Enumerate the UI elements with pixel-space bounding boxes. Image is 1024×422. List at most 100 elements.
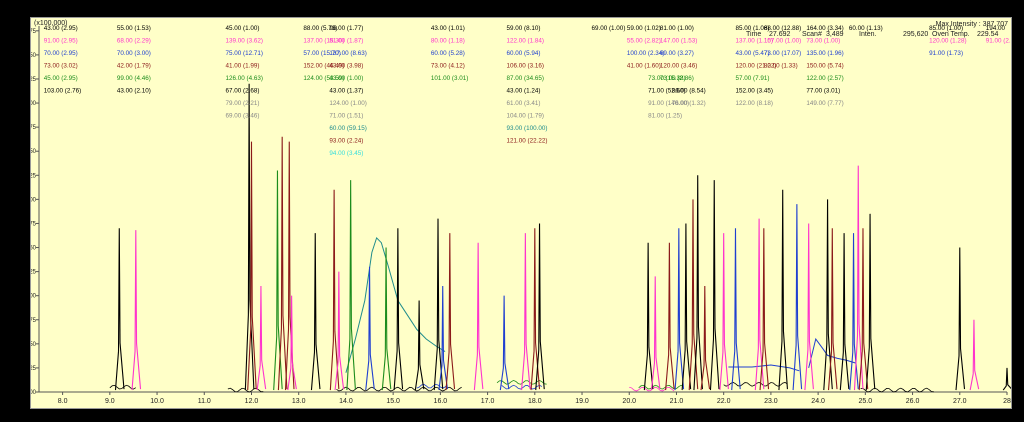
peak-annotation: 73.00 (1.00) bbox=[806, 37, 840, 44]
peak-annotation: 93.00 (2.24) bbox=[329, 138, 363, 145]
peak-annotation: 147.00 (1.53) bbox=[660, 37, 697, 44]
x-tick-label: 26.0 bbox=[906, 398, 920, 405]
peak-annotation: 70.00 (2.95) bbox=[44, 50, 78, 57]
x-tick-label: 21.0 bbox=[670, 398, 684, 405]
peak-annotation: 59.00 (1.02) bbox=[627, 25, 661, 32]
peak bbox=[473, 242, 484, 391]
x-tick-label: 11.0 bbox=[198, 398, 211, 405]
peak bbox=[114, 228, 125, 391]
peak-annotation: 87.00 (34.65) bbox=[506, 75, 543, 82]
y-tick-label: 3.00 bbox=[31, 101, 37, 107]
peak-annotation: 80.00 (1.18) bbox=[431, 37, 465, 44]
peak-annotation: 71.00 (1.51) bbox=[329, 113, 363, 120]
peak bbox=[827, 228, 838, 391]
peak-annotation: 73.00 (17.07) bbox=[764, 50, 801, 57]
peak-annotation: 88.00 (12.88) bbox=[764, 25, 801, 32]
peak-annotation: 152.00 (3.45) bbox=[735, 88, 772, 95]
peak bbox=[839, 233, 850, 391]
peak bbox=[731, 228, 741, 391]
peak-annotation: 57.00 (7.91) bbox=[735, 75, 769, 82]
peak bbox=[310, 233, 321, 391]
peak-annotation: 55.00 (1.53) bbox=[117, 25, 151, 32]
peak bbox=[700, 286, 711, 391]
peak-annotation: 55.00 (2.82) bbox=[627, 37, 661, 44]
peak-annotation: 99.00 (4.46) bbox=[117, 75, 151, 82]
y-tick-label: 2.50 bbox=[31, 149, 37, 155]
peak-annotation: 77.00 (3.01) bbox=[806, 88, 840, 95]
peak bbox=[499, 295, 510, 391]
peak bbox=[131, 230, 142, 391]
peak-annotation: 73.00 (15.38) bbox=[648, 75, 685, 82]
peak-annotation: 194.00 bbox=[986, 25, 1006, 32]
x-tick-label: 20.0 bbox=[622, 398, 636, 405]
y-tick-label: 3.50 bbox=[31, 53, 37, 59]
x-tick-label: 18.0 bbox=[528, 398, 542, 405]
peak bbox=[256, 286, 267, 391]
peak-annotation: 45.00 (1.00) bbox=[226, 25, 260, 32]
peak bbox=[969, 319, 980, 391]
peak bbox=[650, 276, 661, 391]
peak-annotation: 124.00 (1.00) bbox=[329, 100, 366, 107]
peak-annotation: 100.00 (2.34) bbox=[627, 50, 664, 57]
x-tick-label: 15.0 bbox=[386, 398, 400, 405]
peak-annotation: 43.00 (2.10) bbox=[117, 88, 151, 95]
x-tick-label: 16.0 bbox=[434, 398, 448, 405]
peak-annotation: 73.00 (4.12) bbox=[431, 62, 465, 69]
peak-annotation: 73.00 (3.02) bbox=[44, 62, 78, 69]
peak bbox=[414, 300, 425, 391]
x-tick-label: 19.0 bbox=[575, 398, 589, 405]
peak-annotation: 137.00 (8.63) bbox=[329, 50, 366, 57]
peak bbox=[719, 233, 729, 391]
peak bbox=[849, 233, 859, 391]
y-tick-label: 0.25 bbox=[31, 366, 37, 372]
y-tick-label: 2.00 bbox=[31, 197, 37, 203]
peak bbox=[865, 213, 876, 391]
y-tick-label: 1.50 bbox=[31, 246, 37, 252]
peak-annotation: 69.00 (3.46) bbox=[226, 113, 260, 120]
peak-annotation: 96.00 (1.77) bbox=[329, 25, 363, 32]
peak-annotation: 81.00 (1.00) bbox=[660, 25, 694, 32]
peak-annotation: 93.00 (100.00) bbox=[506, 125, 547, 132]
y-tick-label: 2.25 bbox=[31, 173, 37, 179]
y-tick-label: 3.25 bbox=[31, 77, 37, 83]
x-tick-label: 12.0 bbox=[245, 398, 259, 405]
peak bbox=[393, 228, 404, 391]
peak-annotation: 68.00 (2.29) bbox=[117, 37, 151, 44]
peak-annotation: 43.00 (1.24) bbox=[506, 88, 540, 95]
peak bbox=[1002, 367, 1011, 391]
peak bbox=[955, 247, 966, 391]
peak-annotation: 122.00 (8.18) bbox=[735, 100, 772, 107]
peak-annotation: 101.00 (3.01) bbox=[431, 75, 468, 82]
peak-annotation: 43.00 (1.37) bbox=[329, 88, 363, 95]
peak-annotation: 86.00 (8.54) bbox=[672, 88, 706, 95]
peak-annotation: 94.00 (3.45) bbox=[329, 150, 363, 157]
peak bbox=[346, 180, 356, 391]
peak bbox=[643, 242, 654, 391]
x-tick-label: 9.0 bbox=[105, 398, 115, 405]
x-tick-label: 24.0 bbox=[811, 398, 825, 405]
broad-trace bbox=[808, 337, 857, 369]
peak-annotation: 81.00 (1.25) bbox=[648, 113, 682, 120]
x-tick-label: 22.0 bbox=[717, 398, 731, 405]
peak-annotation: 70.00 (3.00) bbox=[117, 50, 151, 57]
y-tick-label: 2.75 bbox=[31, 125, 37, 131]
peak-annotation: 135.00 (1.96) bbox=[806, 50, 843, 57]
peak-annotation: 61.00 (3.41) bbox=[506, 100, 540, 107]
peak-annotation: 164.00 (3.34) bbox=[806, 25, 843, 32]
peak bbox=[778, 189, 788, 391]
broad-trace bbox=[345, 236, 446, 373]
baseline-trace bbox=[860, 387, 934, 393]
y-tick-label: 0.00 bbox=[31, 390, 37, 396]
peak bbox=[674, 228, 685, 391]
peak bbox=[438, 286, 448, 391]
peak-annotation: 79.00 (2.21) bbox=[226, 100, 260, 107]
peak bbox=[665, 242, 675, 391]
y-tick-label: 0.75 bbox=[31, 318, 37, 324]
x-tick-label: 17.0 bbox=[481, 398, 495, 405]
peak-annotation: 60.00 (1.13) bbox=[849, 25, 883, 32]
peak-annotation: 120.00 (3.46) bbox=[660, 62, 697, 69]
x-tick-label: 8.0 bbox=[58, 398, 68, 405]
x-tick-label: 10.0 bbox=[150, 398, 164, 405]
peak-annotation: 75.00 (12.71) bbox=[226, 50, 263, 57]
peak-annotation: 85.00 (1.00) bbox=[929, 25, 963, 32]
